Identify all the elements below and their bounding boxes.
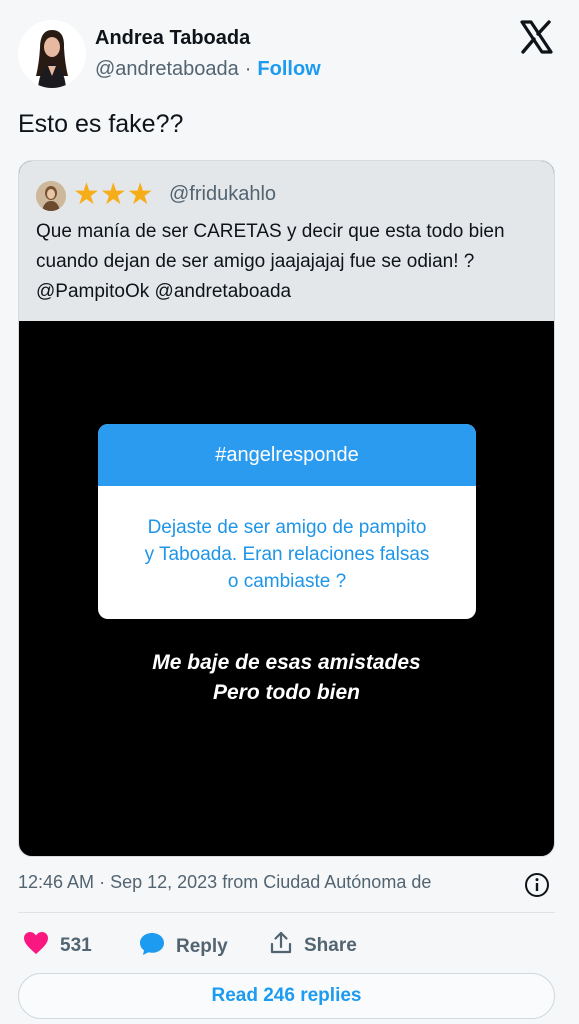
meta-separator: · [99, 872, 106, 892]
story-answer-text: Me baje de esas amistades Pero todo bien [19, 648, 554, 708]
reply-button[interactable]: Reply [138, 930, 228, 964]
story-question-card: #angelresponde Dejaste de ser amigo de p… [98, 424, 476, 619]
tweet-actions: 531 Reply Share [18, 930, 555, 960]
share-button[interactable]: Share [268, 930, 357, 962]
tweet-date[interactable]: Sep 12, 2023 [110, 872, 217, 892]
handle-separator: · [244, 58, 252, 80]
follow-button[interactable]: Follow [257, 58, 320, 81]
story-answer-line: Me baje de esas amistades [152, 651, 421, 674]
story-question-line: y Taboada. Eran relaciones falsas [144, 544, 430, 565]
story-answer-line: Pero todo bien [213, 681, 360, 704]
share-label: Share [304, 935, 357, 956]
reply-label: Reply [176, 936, 228, 957]
star-rating: ★★★ [73, 178, 154, 211]
like-button[interactable]: 531 [22, 930, 92, 962]
quoted-tweet[interactable]: ★★★ @fridukahlo Que manía de ser CARETAS… [18, 160, 555, 857]
story-question-line: o cambiaste ? [227, 571, 347, 592]
author-avatar[interactable] [18, 20, 86, 88]
author-handle[interactable]: @andretaboada [95, 58, 239, 81]
author-handle-row: @andretaboada · Follow [95, 58, 321, 81]
quoted-author-handle: @fridukahlo [169, 183, 277, 205]
tweet-time[interactable]: 12:46 AM [18, 872, 94, 892]
tweet-text: Esto es fake?? [18, 110, 184, 138]
story-question-text: Dejaste de ser amigo de pampito y Taboad… [98, 486, 476, 595]
read-replies-button[interactable]: Read 246 replies [18, 973, 555, 1019]
tweet-embed-card: Andrea Taboada @andretaboada · Follow Es… [0, 0, 579, 1024]
story-question-tag: #angelresponde [98, 424, 476, 486]
story-question-line: Dejaste de ser amigo de pampito [147, 517, 427, 538]
tweet-metadata: 12:46 AM · Sep 12, 2023 from Ciudad Autó… [18, 872, 518, 893]
speech-bubble-icon [138, 930, 166, 964]
x-logo-icon[interactable] [519, 20, 553, 54]
tweet-location: from Ciudad Autónoma de [222, 872, 432, 892]
info-icon[interactable] [524, 872, 550, 898]
quoted-tweet-text: Que manía de ser CARETAS y decir que est… [36, 221, 505, 302]
heart-icon [22, 930, 50, 962]
quoted-tweet-header: ★★★ @fridukahlo Que manía de ser CARETAS… [19, 161, 554, 321]
share-upload-icon [268, 930, 294, 962]
like-count: 531 [60, 935, 92, 956]
author-name[interactable]: Andrea Taboada [95, 27, 250, 50]
divider [18, 912, 555, 913]
quoted-author-avatar [36, 181, 66, 211]
